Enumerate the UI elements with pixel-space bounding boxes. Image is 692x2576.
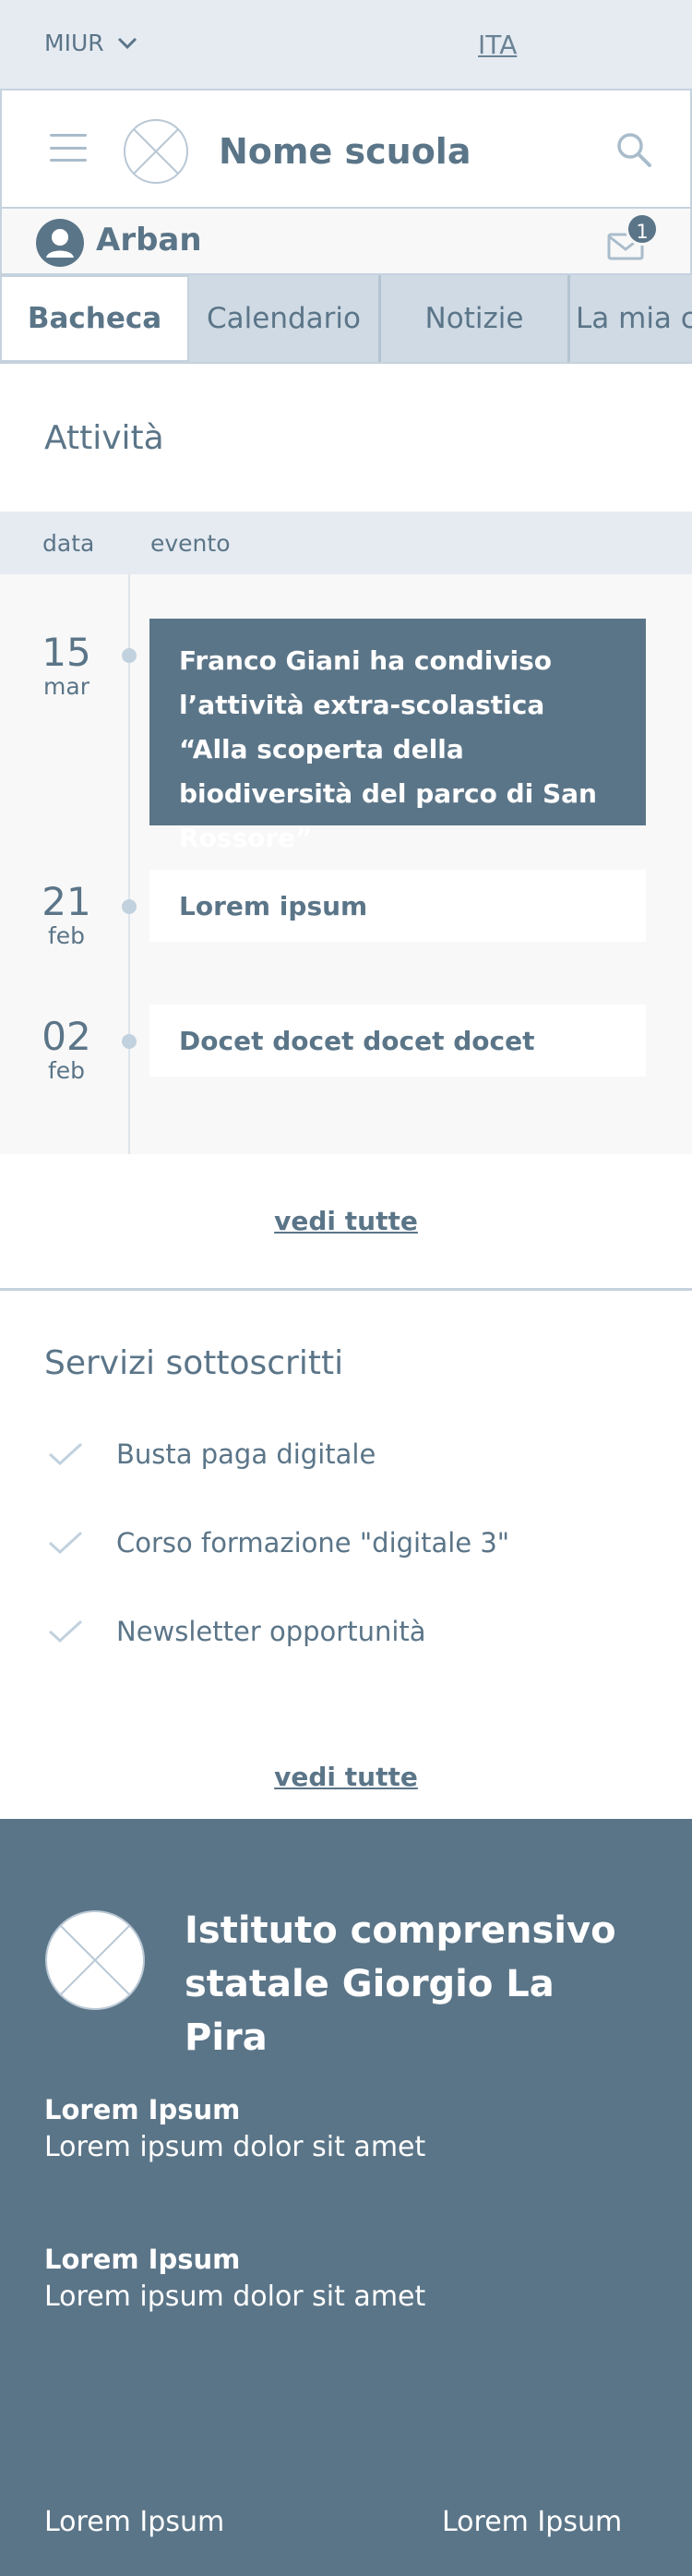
- service-label: Busta paga digitale: [116, 1438, 376, 1470]
- site-footer: Istituto comprensivo statale Giorgio La …: [0, 1819, 692, 2576]
- hamburger-menu-icon[interactable]: [50, 134, 87, 162]
- timeline-column-headers: data evento: [0, 512, 692, 574]
- activity-title: Attività: [44, 419, 164, 457]
- chevron-down-icon: [117, 37, 137, 49]
- activity-timeline: 15 mar Franco Giani ha condiviso l’attiv…: [0, 574, 692, 1154]
- service-item[interactable]: Corso formazione "digitale 3": [46, 1527, 509, 1559]
- event-month: feb: [47, 1057, 86, 1084]
- event-date: 15 mar: [20, 632, 113, 700]
- see-all-activities-link[interactable]: vedi tutte: [0, 1206, 692, 1236]
- activity-footer: vedi tutte: [0, 1154, 692, 1291]
- activity-section-header: Attività: [0, 364, 692, 512]
- service-label: Corso formazione "digitale 3": [116, 1527, 510, 1559]
- see-all-services-link[interactable]: vedi tutte: [0, 1762, 692, 1792]
- services-section: Servizi sottoscritti Busta paga digitale…: [0, 1291, 692, 1822]
- user-bar: Arban 1: [0, 209, 692, 273]
- timeline-dot: [122, 1034, 137, 1049]
- org-label: MIUR: [44, 30, 104, 56]
- footer-info-block: Lorem Ipsum Lorem ipsum dolor sit amet: [44, 2244, 425, 2313]
- school-logo: [124, 119, 188, 184]
- event-day: 21: [42, 879, 91, 924]
- institute-name: Istituto comprensivo statale Giorgio La …: [185, 1909, 616, 2059]
- user-name[interactable]: Arban: [96, 222, 202, 259]
- event-card-highlighted[interactable]: Franco Giani ha condiviso l’attività ext…: [149, 619, 646, 853]
- check-icon: [48, 1442, 83, 1466]
- event-date: 21 feb: [20, 881, 113, 949]
- footer-block-text: Lorem ipsum dolor sit amet: [44, 2281, 426, 2313]
- event-card[interactable]: Docet docet docet docet: [149, 1005, 646, 1077]
- footer-block-heading: Lorem Ipsum: [44, 2244, 241, 2275]
- service-item[interactable]: Busta paga digitale: [46, 1438, 376, 1470]
- tab-bar: Bacheca Calendario Notizie La mia classe: [0, 273, 692, 364]
- footer-info-block: Lorem Ipsum Lorem ipsum dolor sit amet: [44, 2094, 425, 2163]
- language-switch[interactable]: ITA: [478, 30, 517, 60]
- notification-badge: 1: [626, 212, 659, 246]
- tab-la-mia-classe[interactable]: La mia classe: [570, 275, 692, 362]
- timeline-dot: [122, 648, 137, 663]
- event-day: 15: [42, 630, 91, 675]
- user-avatar-icon[interactable]: [35, 218, 85, 268]
- event-day: 02: [42, 1014, 91, 1059]
- footer-link[interactable]: Lorem Ipsum: [44, 2506, 224, 2538]
- column-date-label: data: [42, 530, 95, 557]
- event-card[interactable]: Lorem ipsum: [149, 870, 646, 942]
- institute-logo: [45, 1910, 145, 2010]
- tab-calendario[interactable]: Calendario: [189, 275, 381, 362]
- footer-block-heading: Lorem Ipsum: [44, 2094, 241, 2125]
- service-item[interactable]: Newsletter opportunità: [46, 1616, 426, 1647]
- search-icon[interactable]: [614, 130, 655, 171]
- check-icon: [48, 1619, 83, 1643]
- event-date: 02 feb: [20, 1016, 113, 1084]
- service-label: Newsletter opportunità: [116, 1616, 426, 1647]
- tab-notizie[interactable]: Notizie: [381, 275, 570, 362]
- event-month: feb: [47, 922, 86, 949]
- org-selector[interactable]: MIUR: [44, 30, 137, 56]
- services-title: Servizi sottoscritti: [44, 1344, 344, 1382]
- timeline-dot: [122, 899, 137, 914]
- site-header: Nome scuola: [0, 89, 692, 209]
- footer-block-text: Lorem ipsum dolor sit amet: [44, 2131, 426, 2163]
- footer-link[interactable]: Lorem Ipsum: [442, 2506, 622, 2538]
- tab-bacheca[interactable]: Bacheca: [0, 275, 189, 362]
- page-title: Nome scuola: [219, 131, 471, 172]
- top-bar: MIUR ITA: [0, 0, 692, 89]
- check-icon: [48, 1531, 83, 1555]
- event-month: mar: [43, 673, 89, 700]
- column-event-label: evento: [150, 530, 231, 557]
